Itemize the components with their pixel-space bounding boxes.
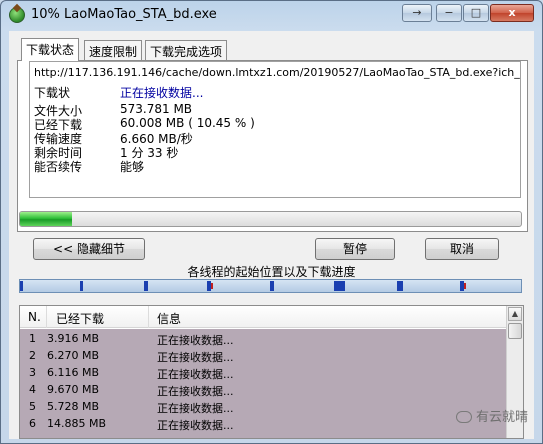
speed-row: 传输速度 6.660 MB/秒 xyxy=(34,130,514,146)
time-left-row: 剩余时间 1 分 33 秒 xyxy=(34,144,514,160)
thread-number: 1 xyxy=(29,332,36,345)
scroll-thumb[interactable] xyxy=(508,323,522,339)
thread-list: N. 已经下载 信息 1 3.916 MB 正在接收数据... 2 6.270 … xyxy=(19,305,524,439)
download-window: 10% LaoMaoTao_STA_bd.exe → − □ x 下载状态 速度… xyxy=(0,0,543,444)
client-area: 下载状态 速度限制 下载完成选项 http://117.136.191.146/… xyxy=(9,31,534,439)
thread-list-header: N. 已经下载 信息 xyxy=(20,306,506,328)
file-size-value: 573.781 MB xyxy=(120,102,193,116)
thread-segments-caption: 各线程的起始位置以及下载进度 xyxy=(187,265,356,279)
title-bar[interactable]: 10% LaoMaoTao_STA_bd.exe → − □ x xyxy=(1,1,542,29)
pause-button[interactable]: 暂停 xyxy=(315,238,395,260)
maximize-button[interactable]: □ xyxy=(463,4,489,22)
progress-fill xyxy=(20,212,73,226)
downloaded-row: 已经下载 60.008 MB ( 10.45 % ) xyxy=(34,116,514,132)
thread-info: 正在接收数据... xyxy=(157,368,234,381)
send-to-tray-button[interactable]: → xyxy=(402,4,432,22)
segment-marker xyxy=(334,281,345,291)
thread-info: 正在接收数据... xyxy=(157,334,234,347)
col-header-number[interactable]: N. xyxy=(28,310,41,324)
wechat-icon xyxy=(455,411,472,423)
thread-number: 4 xyxy=(29,383,36,396)
segment-marker xyxy=(270,281,274,291)
thread-downloaded: 5.728 MB xyxy=(47,400,100,413)
table-row[interactable]: 3 6.116 MB 正在接收数据... xyxy=(20,364,506,381)
segment-marker xyxy=(20,281,23,291)
segment-marker xyxy=(144,281,148,291)
resume-row: 能否续传 能够 xyxy=(34,158,514,174)
thread-number: 2 xyxy=(29,349,36,362)
table-row[interactable]: 2 6.270 MB 正在接收数据... xyxy=(20,347,506,364)
watermark-text: 有云就晴 xyxy=(475,410,528,425)
status-label: 下载状 xyxy=(34,86,71,100)
tab-speed-limit[interactable]: 速度限制 xyxy=(84,40,143,60)
file-size-row: 文件大小 573.781 MB xyxy=(34,102,514,118)
thread-downloaded: 9.670 MB xyxy=(47,383,100,396)
resume-label: 能否续传 xyxy=(34,160,83,174)
thread-downloaded: 6.116 MB xyxy=(47,366,100,379)
hide-details-button[interactable]: << 隐藏细节 xyxy=(33,238,145,260)
segment-end-marker xyxy=(464,283,466,289)
watermark: 有云就晴 xyxy=(455,406,528,425)
thread-number: 3 xyxy=(29,366,36,379)
thread-info: 正在接收数据... xyxy=(157,351,234,364)
window-title: 10% LaoMaoTao_STA_bd.exe xyxy=(31,7,217,22)
thread-rows: 1 3.916 MB 正在接收数据... 2 6.270 MB 正在接收数据..… xyxy=(20,329,506,438)
col-header-downloaded[interactable]: 已经下载 xyxy=(56,310,104,327)
col-header-info[interactable]: 信息 xyxy=(157,310,181,327)
downloaded-value: 60.008 MB ( 10.45 % ) xyxy=(120,116,255,130)
thread-info: 正在接收数据... xyxy=(157,385,234,398)
segment-marker xyxy=(80,281,83,291)
close-button[interactable]: x xyxy=(490,4,534,22)
download-progress-bar xyxy=(19,211,522,227)
resume-value: 能够 xyxy=(120,160,145,174)
minimize-button[interactable]: − xyxy=(436,4,462,22)
scroll-up-arrow-icon[interactable]: ▲ xyxy=(508,307,522,321)
table-row[interactable]: 1 3.916 MB 正在接收数据... xyxy=(20,330,506,347)
app-globe-icon xyxy=(9,7,25,23)
tab-download-status[interactable]: 下载状态 xyxy=(21,38,80,61)
status-info-box: http://117.136.191.146/cache/down.lmtxz1… xyxy=(29,61,521,198)
download-url: http://117.136.191.146/cache/down.lmtxz1… xyxy=(34,66,521,79)
table-row[interactable]: 5 5.728 MB 正在接收数据... xyxy=(20,398,506,415)
table-row[interactable]: 6 14.885 MB 正在接收数据... xyxy=(20,415,506,432)
thread-number: 5 xyxy=(29,400,36,413)
status-row: 下载状 正在接收数据... xyxy=(34,84,514,100)
segment-end-marker xyxy=(211,283,213,289)
segment-marker xyxy=(397,281,403,291)
thread-info: 正在接收数据... xyxy=(157,402,234,415)
cancel-button[interactable]: 取消 xyxy=(425,238,499,260)
thread-downloaded: 6.270 MB xyxy=(47,349,100,362)
col-divider[interactable] xyxy=(46,306,47,328)
table-row[interactable]: 4 9.670 MB 正在接收数据... xyxy=(20,381,506,398)
thread-info: 正在接收数据... xyxy=(157,419,234,432)
thread-segments-bar xyxy=(19,279,522,293)
thread-number: 6 xyxy=(29,417,36,430)
thread-downloaded: 3.916 MB xyxy=(47,332,100,345)
tab-completion-options[interactable]: 下载完成选项 xyxy=(145,40,228,60)
status-value: 正在接收数据... xyxy=(120,86,204,100)
thread-downloaded: 14.885 MB xyxy=(47,417,107,430)
col-divider[interactable] xyxy=(148,306,149,328)
